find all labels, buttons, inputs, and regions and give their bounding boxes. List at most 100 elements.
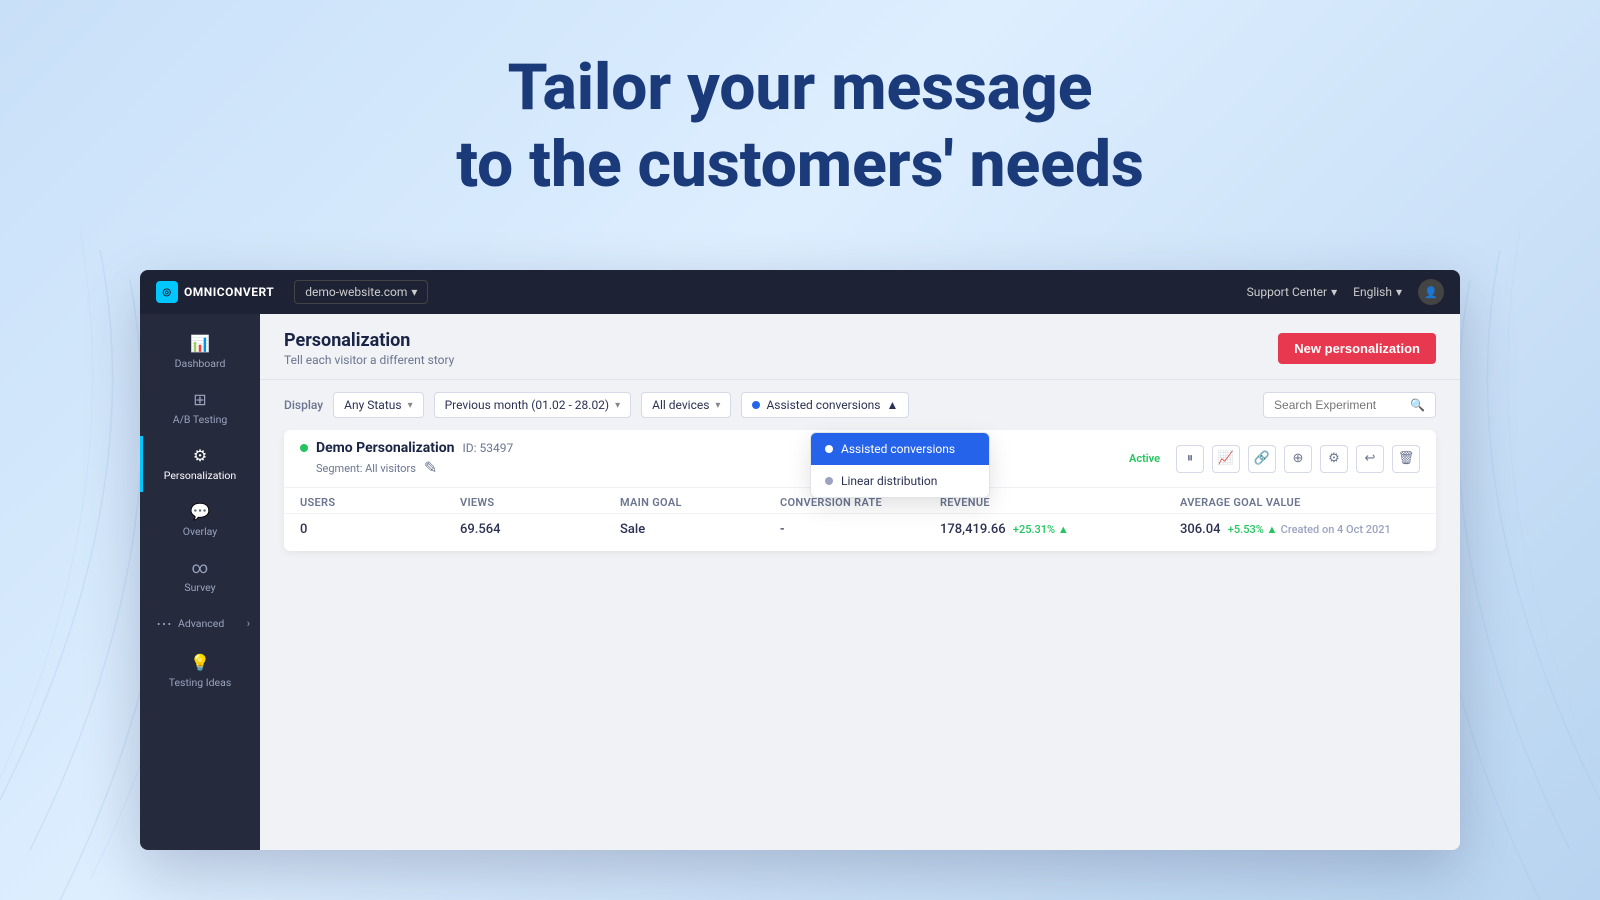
brand-icon: ◎: [156, 281, 178, 303]
advanced-icon: ⋯: [156, 614, 172, 633]
device-filter-arrow: ▾: [715, 400, 720, 411]
conversion-filter[interactable]: Assisted conversions ▲: [741, 392, 909, 418]
experiment-name-row: Demo Personalization ID: 53497: [300, 440, 513, 456]
link-button[interactable]: 🔗: [1248, 445, 1276, 473]
sidebar-item-dashboard[interactable]: 📊 Dashboard: [140, 324, 260, 380]
navbar: ◎ OMNICONVERT demo-website.com ▾ Support…: [140, 270, 1460, 314]
sidebar-label-advanced: Advanced: [178, 617, 224, 630]
sidebar-item-testing-ideas[interactable]: 💡 Testing Ideas: [140, 643, 260, 699]
user-icon: 👤: [1424, 286, 1438, 299]
new-personalization-button[interactable]: New personalization: [1278, 333, 1436, 364]
site-selector[interactable]: demo-website.com ▾: [294, 280, 428, 304]
sidebar-item-survey[interactable]: ∞ Survey: [140, 548, 260, 604]
search-box[interactable]: 🔍: [1263, 392, 1436, 418]
search-input[interactable]: [1274, 398, 1404, 412]
conversion-filter-arrow: ▲: [887, 398, 899, 412]
delete-button[interactable]: 🗑: [1392, 445, 1420, 473]
conversion-dot: [752, 401, 760, 409]
experiment-actions: Active ⏸ 📈 🔗 ⊕ ⚙ ↩ 🗑: [1129, 445, 1420, 473]
sidebar-label-ab-testing: A/B Testing: [173, 413, 228, 426]
conversion-dropdown: Assisted conversions Linear distribution: [810, 432, 990, 498]
user-avatar[interactable]: 👤: [1418, 279, 1444, 305]
val-conversion-rate: -: [780, 522, 940, 537]
search-icon: 🔍: [1410, 398, 1425, 412]
support-chevron: ▾: [1331, 285, 1337, 299]
linear-dot: [825, 477, 833, 485]
experiment-status-dot: [300, 444, 308, 452]
val-revenue: 178,419.66 +25.31% ▲: [940, 522, 1180, 537]
col-users: Users: [300, 496, 460, 509]
page-title: Personalization: [284, 330, 454, 351]
support-center[interactable]: Support Center ▾: [1247, 285, 1338, 299]
dropdown-item-linear[interactable]: Linear distribution: [811, 465, 989, 497]
app-window: ◎ OMNICONVERT demo-website.com ▾ Support…: [140, 270, 1460, 850]
revenue-value: 178,419.66: [940, 522, 1006, 537]
date-filter-value: Previous month (01.02 - 28.02): [445, 398, 610, 412]
device-filter-value: All devices: [652, 398, 709, 412]
filters-bar: Display Any Status ▾ Previous month (01.…: [260, 380, 1460, 430]
sidebar-label-testing-ideas: Testing Ideas: [169, 676, 232, 689]
navbar-right: Support Center ▾ English ▾ 👤: [1247, 279, 1444, 305]
content-area: Personalization Tell each visitor a diff…: [260, 314, 1460, 850]
experiment-segment: Segment: All visitors: [316, 462, 416, 475]
status-filter-arrow: ▾: [408, 400, 413, 411]
assisted-dot: [825, 445, 833, 453]
segment-edit-icon[interactable]: ✎: [424, 458, 437, 477]
settings-button[interactable]: ⚙: [1320, 445, 1348, 473]
page-header: Personalization Tell each visitor a diff…: [260, 314, 1460, 380]
survey-icon: ∞: [192, 558, 208, 577]
stats-button[interactable]: 📈: [1212, 445, 1240, 473]
sidebar-label-overlay: Overlay: [183, 525, 218, 538]
page-header-left: Personalization Tell each visitor a diff…: [284, 330, 454, 367]
sidebar-item-personalization[interactable]: ⚙ Personalization: [140, 436, 260, 492]
brand: ◎ OMNICONVERT: [156, 281, 274, 303]
advanced-left: ⋯ Advanced: [156, 614, 224, 633]
status-filter[interactable]: Any Status ▾: [333, 392, 423, 418]
experiment-segment-row: Segment: All visitors ✎: [300, 458, 513, 477]
col-main-goal: Main Goal: [620, 496, 780, 509]
val-avg-goal: 306.04 +5.53% ▲ Created on 4 Oct 2021: [1180, 522, 1420, 537]
status-badge: Active: [1129, 452, 1160, 465]
hero-section: Tailor your message to the customers' ne…: [0, 50, 1600, 204]
hero-line1: Tailor your message: [0, 50, 1600, 127]
language-label: English: [1353, 285, 1392, 299]
display-label: Display: [284, 398, 323, 412]
val-main-goal: Sale: [620, 522, 780, 537]
copy-button[interactable]: ⊕: [1284, 445, 1312, 473]
support-label: Support Center: [1247, 285, 1327, 299]
dashboard-icon: 📊: [190, 334, 210, 353]
conversion-filter-value: Assisted conversions: [766, 398, 880, 412]
sidebar-item-advanced[interactable]: ⋯ Advanced ›: [140, 604, 260, 643]
language-selector[interactable]: English ▾: [1353, 285, 1402, 299]
site-chevron: ▾: [411, 285, 417, 299]
date-filter[interactable]: Previous month (01.02 - 28.02) ▾: [434, 392, 632, 418]
page-subtitle: Tell each visitor a different story: [284, 353, 454, 367]
sidebar-label-dashboard: Dashboard: [175, 357, 226, 370]
revenue-change: +25.31% ▲: [1013, 523, 1069, 536]
col-views: Views: [460, 496, 620, 509]
restore-button[interactable]: ↩: [1356, 445, 1384, 473]
personalization-icon: ⚙: [193, 446, 207, 465]
sidebar-item-overlay[interactable]: 💬 Overlay: [140, 492, 260, 548]
sidebar-item-ab-testing[interactable]: ⊞ A/B Testing: [140, 380, 260, 436]
experiment-info: Demo Personalization ID: 53497 Segment: …: [300, 440, 513, 477]
brand-name: OMNICONVERT: [184, 285, 274, 299]
site-name: demo-website.com: [305, 285, 407, 299]
sidebar-label-survey: Survey: [184, 581, 215, 594]
val-views: 69.564: [460, 522, 620, 537]
device-filter[interactable]: All devices ▾: [641, 392, 731, 418]
experiment-name[interactable]: Demo Personalization: [316, 440, 454, 456]
date-filter-arrow: ▾: [615, 400, 620, 411]
stats-values: 0 69.564 Sale - 178,419.66 +25.31% ▲ 306…: [284, 514, 1436, 551]
avg-goal-value: 306.04: [1180, 522, 1221, 537]
pause-button[interactable]: ⏸: [1176, 445, 1204, 473]
avg-goal-change: +5.53% ▲: [1228, 523, 1278, 536]
advanced-arrow: ›: [247, 617, 250, 630]
testing-ideas-icon: 💡: [190, 653, 210, 672]
hero-line2: to the customers' needs: [0, 127, 1600, 204]
main-layout: 📊 Dashboard ⊞ A/B Testing ⚙ Personalizat…: [140, 314, 1460, 850]
dropdown-item-assisted[interactable]: Assisted conversions: [811, 433, 989, 465]
created-date: Created on 4 Oct 2021: [1281, 523, 1399, 536]
val-users: 0: [300, 522, 460, 537]
overlay-icon: 💬: [190, 502, 210, 521]
